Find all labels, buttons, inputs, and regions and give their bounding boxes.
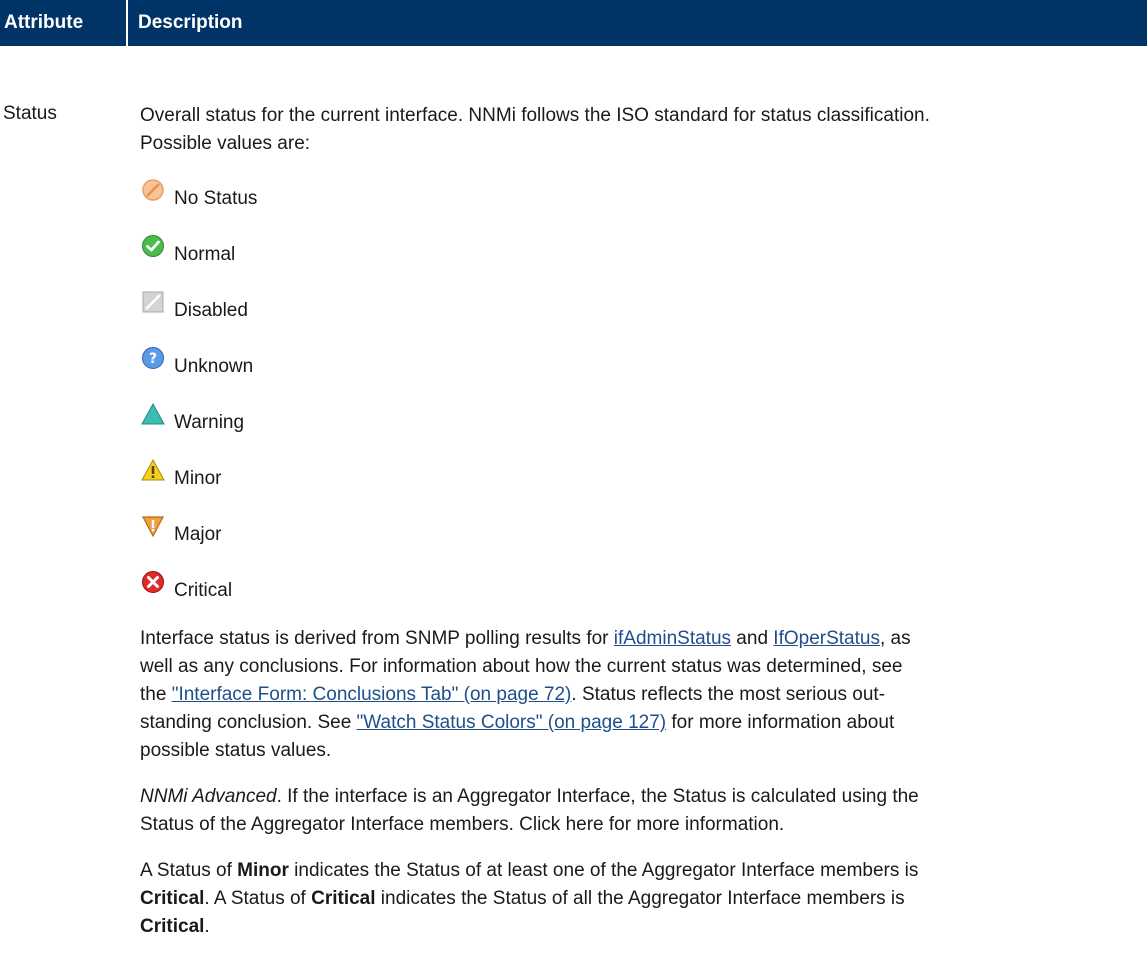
bold-text: Minor xyxy=(237,860,289,881)
status-item-unknown: ? Unknown xyxy=(140,327,1145,383)
text: and xyxy=(731,628,774,649)
attribute-name: Status xyxy=(3,103,57,124)
warning-triangle-icon xyxy=(140,401,166,427)
text: . xyxy=(204,916,210,937)
bold-text: Critical xyxy=(140,916,205,937)
text: for more information about xyxy=(666,712,895,733)
text: possible status values. xyxy=(140,740,332,761)
unknown-question-icon: ? xyxy=(140,345,166,371)
status-label: No Status xyxy=(174,188,258,209)
table-header: Attribute Description xyxy=(0,0,1147,46)
header-attribute: Attribute xyxy=(0,0,128,46)
text: . Status reflects the most serious out- xyxy=(571,684,886,705)
status-label: Major xyxy=(174,524,222,545)
status-label: Normal xyxy=(174,244,236,265)
status-item-no-status: No Status xyxy=(140,171,1145,215)
text: indicates the Status of all the Aggregat… xyxy=(375,888,905,909)
intro-line-2: Possible values are: xyxy=(140,133,311,154)
description-cell: Overall status for the current interface… xyxy=(140,102,1145,941)
status-item-normal: Normal xyxy=(140,215,1145,271)
intro-line-1: Overall status for the current interface… xyxy=(140,105,930,126)
status-derivation-paragraph: Interface status is derived from SNMP po… xyxy=(140,625,1145,765)
attribute-table: Attribute Description Status Overall sta… xyxy=(0,0,1147,937)
status-item-major: Major xyxy=(140,495,1145,551)
normal-check-icon xyxy=(140,233,166,259)
status-item-disabled: Disabled xyxy=(140,271,1145,327)
status-label: Unknown xyxy=(174,356,254,377)
text: indicates the Status of at least one of … xyxy=(288,860,919,881)
major-inverted-triangle-icon xyxy=(140,513,166,539)
minor-warning-icon xyxy=(140,457,166,483)
critical-x-icon xyxy=(140,569,166,595)
header-description: Description xyxy=(138,12,243,33)
status-item-warning: Warning xyxy=(140,383,1145,439)
status-label: Disabled xyxy=(174,300,248,321)
status-label: Critical xyxy=(174,580,233,601)
conclusions-tab-link[interactable]: "Interface Form: Conclusions Tab" (on pa… xyxy=(172,684,572,705)
status-label: Minor xyxy=(174,468,222,489)
text: . A Status of xyxy=(204,888,312,909)
status-item-critical: Critical xyxy=(140,551,1145,607)
status-item-minor: Minor xyxy=(140,439,1145,495)
disabled-square-icon xyxy=(140,289,166,315)
status-label: Warning xyxy=(174,412,245,433)
status-list: No Status Normal Disabled ? Unknown Warn… xyxy=(140,171,1145,607)
intro-text: Overall status for the current interface… xyxy=(140,102,1145,158)
bold-text: Critical xyxy=(311,888,376,909)
text: Status of the Aggregator Interface membe… xyxy=(140,814,785,835)
ifadminstatus-link[interactable]: ifAdminStatus xyxy=(614,628,731,649)
ifoperstatus-link[interactable]: IfOperStatus xyxy=(773,628,880,649)
nnmi-advanced-paragraph: NNMi Advanced. If the interface is an Ag… xyxy=(140,783,1145,839)
watch-status-colors-link[interactable]: "Watch Status Colors" (on page 127) xyxy=(357,712,667,733)
text: A Status of xyxy=(140,860,238,881)
text: Interface status is derived from SNMP po… xyxy=(140,628,614,649)
aggregator-status-paragraph: A Status of Minor indicates the Status o… xyxy=(140,857,1145,941)
italic-text: NNMi Advanced xyxy=(140,786,277,807)
bold-text: Critical xyxy=(140,888,205,909)
text: the xyxy=(140,684,172,705)
no-status-icon xyxy=(140,177,166,203)
text: . If the interface is an Aggregator Inte… xyxy=(276,786,919,807)
text: standing conclusion. See xyxy=(140,712,357,733)
text: well as any conclusions. For information… xyxy=(140,656,903,677)
svg-text:?: ? xyxy=(149,351,157,367)
text: , as xyxy=(879,628,911,649)
